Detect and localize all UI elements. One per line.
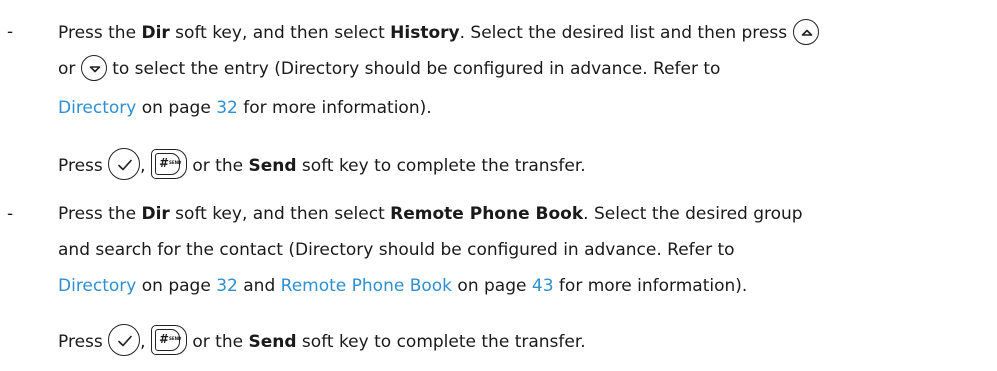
text: soft key, and then select xyxy=(169,204,391,224)
page-43-link[interactable]: 43 xyxy=(532,276,554,296)
up-arrow-key-icon xyxy=(792,19,819,45)
text: , xyxy=(140,332,151,352)
text: , xyxy=(140,156,151,176)
remote-line-3: Directory on page 32 and Remote Phone Bo… xyxy=(58,274,747,298)
page-32-link[interactable]: 32 xyxy=(216,276,238,296)
send-softkey-label: Send xyxy=(248,156,297,176)
text: . Select the desired group xyxy=(583,204,803,224)
text: . Select the desired list and then press xyxy=(459,23,793,43)
text: Press xyxy=(58,332,109,352)
text: on page xyxy=(136,276,217,296)
ok-check-key-icon xyxy=(108,324,141,356)
bullet-dash: - xyxy=(7,204,14,224)
history-line-3: Directory on page 32 for more informatio… xyxy=(58,96,432,120)
history-line-1: Press the Dir soft key, and then select … xyxy=(58,19,819,46)
page-32-link[interactable]: 32 xyxy=(216,98,238,118)
directory-link[interactable]: Directory xyxy=(58,98,136,118)
text: Press xyxy=(58,156,109,176)
text: soft key to complete the transfer. xyxy=(296,156,586,176)
bullet-dash: - xyxy=(7,22,14,42)
text: for more information). xyxy=(237,98,432,118)
down-arrow-key-icon xyxy=(80,55,107,81)
send-softkey-label: Send xyxy=(248,332,297,352)
send-hash-key-icon: # SEND xyxy=(150,149,187,179)
text: to select the entry (Directory should be… xyxy=(106,59,721,79)
text: or the xyxy=(186,332,249,352)
remote-phone-book-link[interactable]: Remote Phone Book xyxy=(281,276,452,296)
text: Press the xyxy=(58,204,142,224)
send-hash-key-icon: # SEND xyxy=(150,325,187,355)
text: on page xyxy=(136,98,217,118)
directory-link[interactable]: Directory xyxy=(58,276,136,296)
text: for more information). xyxy=(553,276,748,296)
dir-softkey-label: Dir xyxy=(141,23,170,43)
history-label: History xyxy=(390,23,460,43)
text: or xyxy=(58,59,81,79)
dir-softkey-label: Dir xyxy=(141,204,170,224)
remote-line-2: and search for the contact (Directory sh… xyxy=(58,238,735,262)
text: soft key to complete the transfer. xyxy=(296,332,586,352)
text: and search for the contact (Directory sh… xyxy=(58,240,735,260)
text: and xyxy=(237,276,281,296)
remote-line-1: Press the Dir soft key, and then select … xyxy=(58,202,803,226)
history-line-4: Press , # SEND or the Send soft key to co… xyxy=(58,148,586,182)
remote-line-4: Press , # SEND or the Send soft key to co… xyxy=(58,324,586,358)
text: Press the xyxy=(58,23,142,43)
history-line-2: or to select the entry (Directory should… xyxy=(58,55,721,82)
text: or the xyxy=(186,156,249,176)
remote-phone-book-label: Remote Phone Book xyxy=(390,204,584,224)
text: soft key, and then select xyxy=(169,23,391,43)
ok-check-key-icon xyxy=(108,148,141,180)
text: on page xyxy=(452,276,532,296)
